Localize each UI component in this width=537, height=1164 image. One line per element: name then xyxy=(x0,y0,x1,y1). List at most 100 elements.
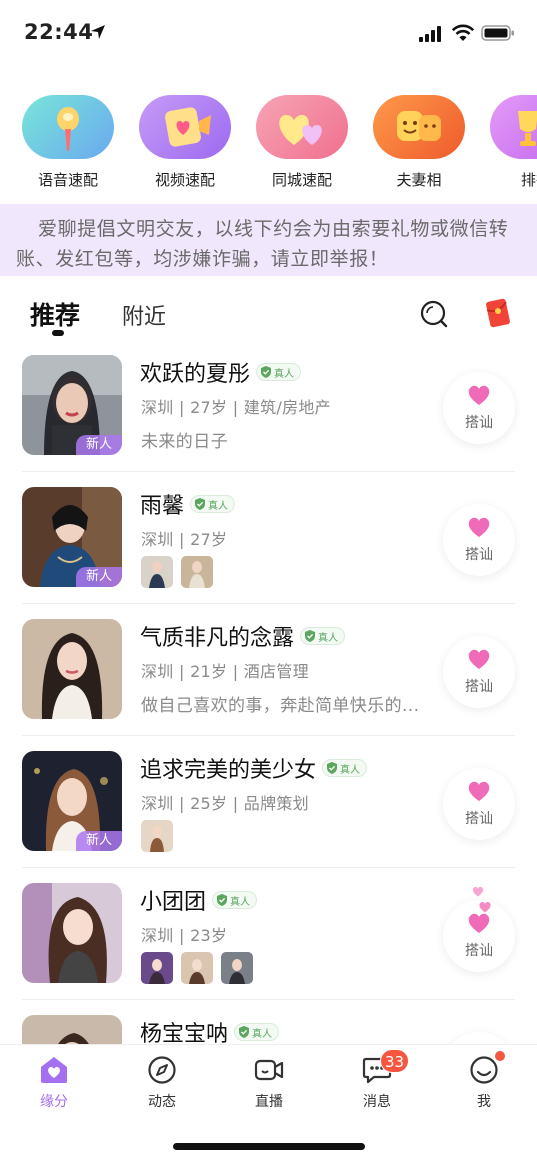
photo-thumbnail[interactable] xyxy=(141,556,173,588)
list-item[interactable]: 小团团 真人 深圳 | 23岁 搭讪 xyxy=(0,868,537,1000)
user-meta: 深圳 | 25岁 | 品牌策划 xyxy=(141,794,309,813)
verified-label: 真人 xyxy=(340,764,361,776)
list-item[interactable]: 新人 欢跃的夏彤 真人 深圳 | 27岁 | 建筑/房地产 未来的日子 搭讪 xyxy=(0,340,537,472)
tab-nearby[interactable]: 附近 xyxy=(122,299,166,331)
feed-tabs: 推荐 附近 xyxy=(0,290,537,340)
photo-thumbnails xyxy=(141,952,261,984)
new-user-badge: 新人 xyxy=(76,435,122,455)
quick-ranking-label: 排行 xyxy=(520,171,537,189)
photo-thumbnail[interactable] xyxy=(141,952,173,984)
nav-fate-label: 缘分 xyxy=(40,1094,68,1110)
home-heart-icon xyxy=(41,1057,67,1083)
safety-notice-text: 爱聊提倡文明交友，以线下约会为由索要礼物或微信转账、发红包等，均涉嫌诈骗，请立即… xyxy=(16,218,509,270)
photo-thumbnail[interactable] xyxy=(181,952,213,984)
nav-fate[interactable]: 缘分 xyxy=(13,1055,93,1115)
verified-badge: 真人 xyxy=(300,627,346,645)
quick-city-match[interactable]: 同城速配 xyxy=(246,95,356,195)
heart-icon xyxy=(468,781,490,801)
user-name: 追求完美的美少女 xyxy=(140,758,317,783)
new-user-badge: 新人 xyxy=(76,567,122,587)
avatar[interactable] xyxy=(22,883,122,983)
quick-video-match[interactable]: 视频速配 xyxy=(129,95,239,195)
photo-thumbnails xyxy=(141,556,221,588)
user-meta: 深圳 | 23岁 xyxy=(141,926,228,945)
verified-label: 真人 xyxy=(208,500,229,512)
list-item[interactable]: 新人 追求完美的美少女 真人 深圳 | 25岁 | 品牌策划 搭讪 xyxy=(0,736,537,868)
trophy-icon xyxy=(490,95,537,159)
video-card-icon xyxy=(139,95,231,159)
photo-thumbnail[interactable] xyxy=(221,952,253,984)
verified-label: 真人 xyxy=(230,896,251,908)
verified-check-icon xyxy=(305,630,316,642)
greet-button[interactable]: 搭讪 xyxy=(443,768,515,840)
list-item[interactable]: 气质非凡的念露 真人 深圳 | 21岁 | 酒店管理 做自己喜欢的事，奔赴简单快… xyxy=(0,604,537,736)
user-bio: 做自己喜欢的事，奔赴简单快乐的... xyxy=(141,696,420,716)
floating-heart-icon xyxy=(472,886,484,897)
verified-badge: 真人 xyxy=(234,1023,280,1041)
nav-messages-label: 消息 xyxy=(363,1094,391,1110)
quick-video-label: 视频速配 xyxy=(154,171,215,189)
heart-icon xyxy=(468,385,490,405)
avatar[interactable]: 新人 xyxy=(22,751,122,851)
name-line: 小团团 真人 xyxy=(140,883,258,917)
status-bar: 22:44 xyxy=(0,0,537,64)
quick-couple-label: 夫妻相 xyxy=(396,171,442,189)
nav-me[interactable]: 我 xyxy=(443,1051,523,1115)
greet-button[interactable]: 搭讪 xyxy=(443,636,515,708)
list-item[interactable]: 杨宝宝呐 真人 xyxy=(0,1000,537,1045)
quick-city-label: 同城速配 xyxy=(271,171,332,189)
user-bio: 未来的日子 xyxy=(141,432,228,452)
nav-moments-label: 动态 xyxy=(148,1094,176,1110)
user-list: 新人 欢跃的夏彤 真人 深圳 | 27岁 | 建筑/房地产 未来的日子 搭讪 新… xyxy=(0,340,537,1045)
greet-label: 搭讪 xyxy=(465,415,493,431)
home-indicator xyxy=(173,1143,365,1150)
wifi-icon xyxy=(451,24,475,41)
list-item[interactable]: 新人 雨馨 真人 深圳 | 27岁 搭讪 xyxy=(0,472,537,604)
search-icon[interactable] xyxy=(418,298,450,330)
nav-live[interactable]: 直播 xyxy=(228,1055,308,1115)
greet-label: 搭讪 xyxy=(465,811,493,827)
unread-count-badge: 33 xyxy=(380,1049,410,1073)
heart-icon xyxy=(468,649,490,669)
avatar[interactable] xyxy=(22,1015,122,1045)
greet-label: 搭讪 xyxy=(465,679,493,695)
user-meta: 深圳 | 21岁 | 酒店管理 xyxy=(141,662,309,681)
verified-label: 真人 xyxy=(252,1028,273,1040)
verified-badge: 真人 xyxy=(212,891,258,909)
verified-check-icon xyxy=(239,1026,250,1038)
red-packet-icon[interactable] xyxy=(483,296,513,330)
greet-button[interactable]: 搭讪 xyxy=(443,504,515,576)
cellular-signal-icon xyxy=(419,26,441,42)
quick-match-row: 语音速配 视频速配 同城速配 夫妻相 排行 xyxy=(0,95,537,195)
greet-label: 搭讪 xyxy=(465,943,493,959)
nav-messages[interactable]: 33 消息 xyxy=(336,1049,416,1115)
avatar[interactable]: 新人 xyxy=(22,355,122,455)
quick-couple-face[interactable]: 夫妻相 xyxy=(363,95,473,195)
verified-badge: 真人 xyxy=(190,495,236,513)
name-line: 气质非凡的念露 真人 xyxy=(140,619,346,653)
avatar[interactable] xyxy=(22,619,122,719)
new-user-badge: 新人 xyxy=(76,831,122,851)
safety-notice-banner: 爱聊提倡文明交友，以线下约会为由索要礼物或微信转账、发红包等，均涉嫌诈骗，请立即… xyxy=(0,204,537,276)
quick-ranking[interactable]: 排行 xyxy=(480,95,537,195)
verified-check-icon xyxy=(195,498,206,510)
quick-voice-match[interactable]: 语音速配 xyxy=(12,95,122,195)
avatar[interactable]: 新人 xyxy=(22,487,122,587)
verified-check-icon xyxy=(327,762,338,774)
battery-icon xyxy=(481,25,514,41)
verified-badge: 真人 xyxy=(322,759,368,777)
nav-moments[interactable]: 动态 xyxy=(121,1055,201,1115)
location-arrow-icon xyxy=(91,25,105,39)
user-meta: 深圳 | 27岁 xyxy=(141,530,228,549)
status-time: 22:44 xyxy=(24,20,94,44)
verified-label: 真人 xyxy=(274,368,295,380)
name-line: 欢跃的夏彤 真人 xyxy=(140,355,302,389)
notification-dot xyxy=(495,1051,505,1061)
photo-thumbnail[interactable] xyxy=(141,820,173,852)
photo-thumbnail[interactable] xyxy=(181,556,213,588)
user-meta: 深圳 | 27岁 | 建筑/房地产 xyxy=(141,398,331,417)
greet-button[interactable]: 搭讪 xyxy=(443,372,515,444)
tab-recommend[interactable]: 推荐 xyxy=(30,296,80,332)
photo-thumbnails xyxy=(141,820,181,852)
quick-voice-label: 语音速配 xyxy=(37,171,98,189)
